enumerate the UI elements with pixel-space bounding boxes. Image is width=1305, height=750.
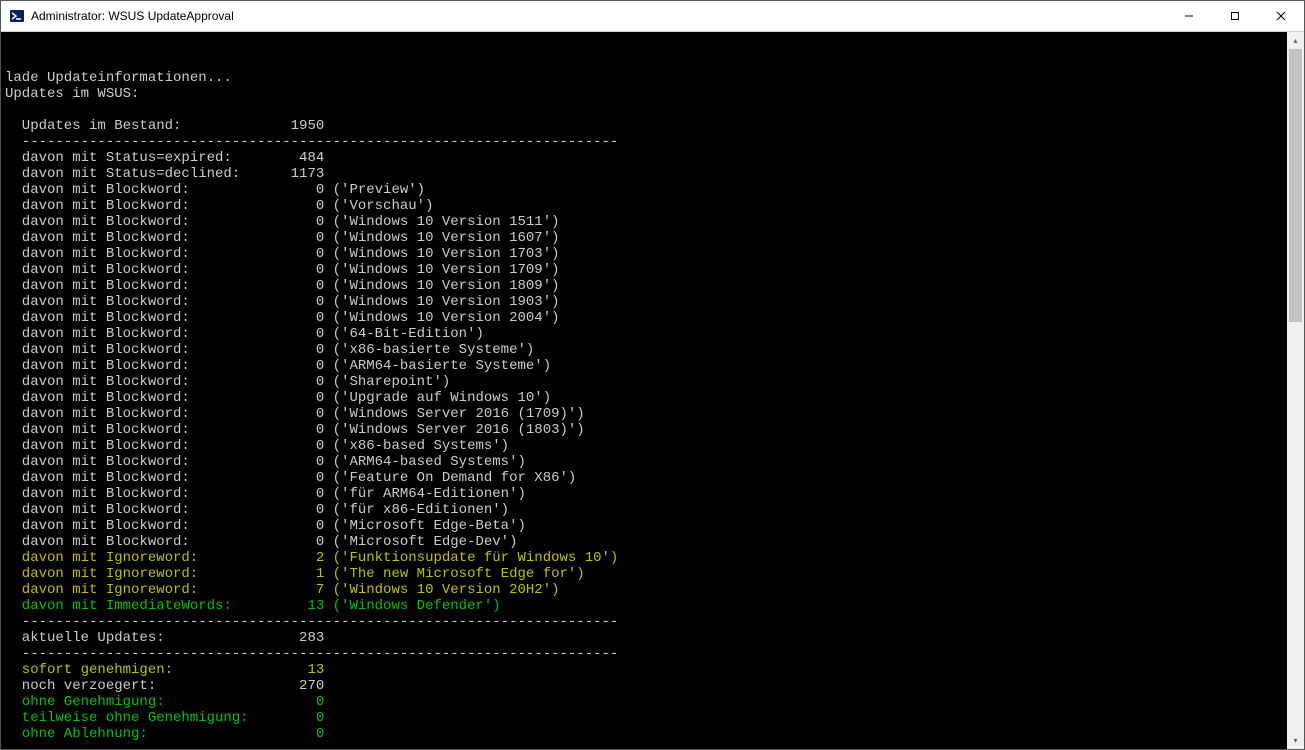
client-area: lade Updateinformationen... Updates im W… bbox=[1, 32, 1304, 749]
titlebar[interactable]: Administrator: WSUS UpdateApproval bbox=[1, 1, 1304, 32]
vertical-scrollbar[interactable]: ▴ ▾ bbox=[1287, 32, 1304, 749]
scrollbar-track[interactable] bbox=[1287, 49, 1304, 732]
console-output[interactable]: lade Updateinformationen... Updates im W… bbox=[1, 32, 1287, 749]
app-window: Administrator: WSUS UpdateApproval lade … bbox=[0, 0, 1305, 750]
maximize-button[interactable] bbox=[1212, 1, 1258, 31]
minimize-button[interactable] bbox=[1166, 1, 1212, 31]
scrollbar-thumb[interactable] bbox=[1289, 49, 1302, 322]
powershell-icon bbox=[9, 8, 25, 24]
close-button[interactable] bbox=[1258, 1, 1304, 31]
window-title: Administrator: WSUS UpdateApproval bbox=[31, 9, 234, 23]
scroll-up-button[interactable]: ▴ bbox=[1287, 32, 1304, 49]
scroll-down-button[interactable]: ▾ bbox=[1287, 732, 1304, 749]
